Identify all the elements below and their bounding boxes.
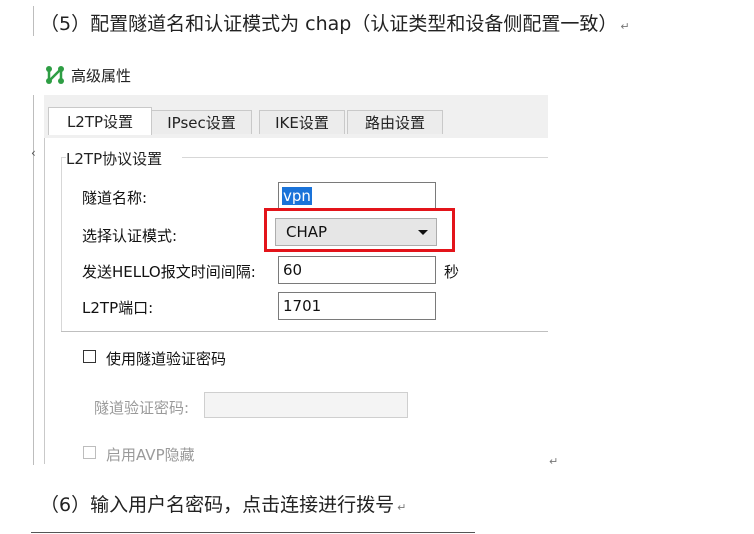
tunnel-name-input[interactable]: vpn <box>278 182 436 209</box>
paragraph-mark: ↵ <box>549 455 559 468</box>
auth-mode-value: CHAP <box>286 223 328 241</box>
network-topology-icon <box>46 66 64 84</box>
doc-rule <box>31 532 475 533</box>
tab-l2tp-settings[interactable]: L2TP设置 <box>48 107 152 135</box>
hello-interval-unit: 秒 <box>444 263 460 281</box>
tunnel-name-value: vpn <box>282 186 312 205</box>
doc-step-5: （5）配置隧道名和认证模式为 chap（认证类型和设备侧配置一致） ↵ <box>40 13 630 35</box>
doc-margin-bar <box>33 6 34 36</box>
auth-mode-label: 选择认证模式: <box>82 227 178 245</box>
enable-avp-hiding-checkbox[interactable] <box>83 446 96 459</box>
tab-ipsec-settings[interactable]: IPsec设置 <box>151 110 252 134</box>
l2tp-port-value: 1701 <box>283 297 322 315</box>
tab-label: L2TP设置 <box>66 113 134 131</box>
groupbox-border <box>61 157 62 332</box>
hello-interval-input[interactable]: 60 <box>278 256 436 284</box>
dialog-title: 高级属性 <box>71 66 132 85</box>
tab-route-settings[interactable]: 路由设置 <box>347 110 443 134</box>
enable-avp-hiding-label: 启用AVP隐藏 <box>106 446 195 464</box>
tab-label: IPsec设置 <box>167 114 236 132</box>
groupbox-border <box>61 331 548 332</box>
margin-marker: ‹ <box>31 146 36 160</box>
auth-mode-select[interactable]: CHAP <box>275 218 437 246</box>
groupbox-border <box>182 157 548 158</box>
tab-strip: L2TP设置 IPsec设置 IKE设置 路由设置 <box>44 95 548 138</box>
dialog-title-bar: 高级属性 <box>44 62 131 88</box>
tunnel-name-label: 隧道名称: <box>82 189 148 207</box>
tab-ike-settings[interactable]: IKE设置 <box>259 110 345 134</box>
tab-label: IKE设置 <box>275 114 329 132</box>
chevron-down-icon <box>418 230 428 235</box>
hello-interval-label: 发送HELLO报文时间间隔: <box>82 263 256 281</box>
groupbox-title: L2TP协议设置 <box>66 148 167 169</box>
use-tunnel-password-checkbox[interactable] <box>83 350 96 363</box>
tunnel-password-label: 隧道验证密码: <box>94 399 190 417</box>
l2tp-port-label: L2TP端口: <box>82 299 154 317</box>
l2tp-port-input[interactable]: 1701 <box>278 292 436 320</box>
tunnel-password-input[interactable] <box>204 392 408 418</box>
tab-label: 路由设置 <box>364 114 425 132</box>
use-tunnel-password-label: 使用隧道验证密码 <box>106 350 227 368</box>
doc-step-6: （6）输入用户名密码，点击连接进行拨号 ↵ <box>40 494 407 516</box>
hello-interval-value: 60 <box>283 261 303 279</box>
